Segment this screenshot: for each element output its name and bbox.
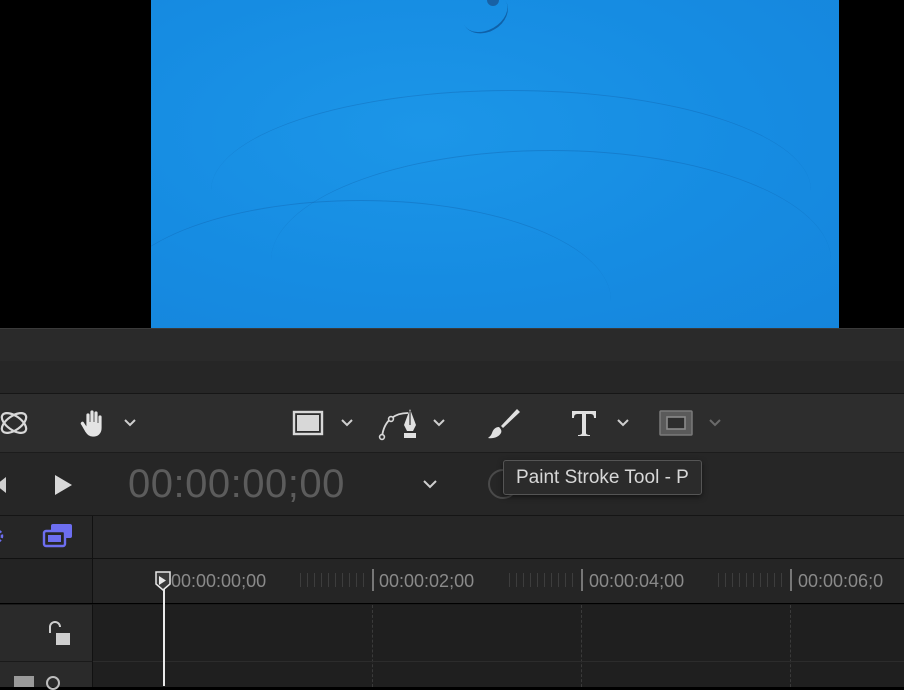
search-icon[interactable] <box>46 676 60 690</box>
orbit-icon <box>0 412 28 434</box>
ruler-minor-tick <box>565 573 566 587</box>
text-T-icon <box>572 411 596 436</box>
ruler-minor-tick <box>760 573 761 587</box>
mask-tool-button[interactable] <box>656 394 696 452</box>
ruler-minor-tick <box>314 573 315 587</box>
timecode-menu[interactable] <box>422 477 438 495</box>
ruler-label: 00:00:06;0 <box>798 571 884 591</box>
pan-tool-menu[interactable] <box>121 394 139 452</box>
ruler-minor-tick <box>558 573 559 587</box>
ruler-minor-tick <box>523 573 524 587</box>
chevron-down-icon <box>423 480 437 489</box>
ruler-major-tick <box>581 569 583 591</box>
pen-icon <box>378 409 416 441</box>
track-gridline <box>372 605 373 687</box>
canvas-image[interactable] <box>151 0 839 328</box>
ruler-minor-tick <box>781 573 782 587</box>
play-icon <box>55 475 72 495</box>
ruler-minor-tick <box>356 573 357 587</box>
go-to-start-button[interactable] <box>0 475 8 500</box>
chevron-down-icon <box>341 419 353 427</box>
chevron-down-icon <box>617 419 629 427</box>
ruler-minor-tick <box>328 573 329 587</box>
paint-stroke-tool-button[interactable] <box>486 394 522 452</box>
play-button[interactable] <box>52 473 74 502</box>
canvas-viewer <box>0 0 904 328</box>
track-gridline <box>790 605 791 687</box>
ruler-minor-tick <box>342 573 343 587</box>
rectangle-icon <box>292 410 324 436</box>
playhead-line[interactable] <box>163 583 165 686</box>
ruler-minor-tick <box>544 573 545 587</box>
ruler-minor-tick <box>530 573 531 587</box>
ruler-minor-tick <box>300 573 301 587</box>
playhead-handle[interactable] <box>155 571 171 591</box>
bezier-tool-button[interactable] <box>378 394 422 452</box>
timeline-tracks[interactable] <box>93 604 904 687</box>
chevron-down-icon <box>709 419 721 427</box>
ruler-minor-tick <box>774 573 775 587</box>
layer-row[interactable] <box>0 604 93 661</box>
mask-icon <box>659 410 693 436</box>
settings-icon[interactable] <box>0 526 6 551</box>
ruler-label: 00:00:02;00 <box>379 571 475 591</box>
bezier-tool-menu[interactable] <box>430 394 448 452</box>
ruler-major-tick <box>372 569 374 591</box>
text-tool-menu[interactable] <box>614 394 632 452</box>
layer-row[interactable] <box>0 661 93 690</box>
ruler-minor-tick <box>509 573 510 587</box>
layers-stack-icon <box>42 524 72 548</box>
ruler-minor-tick <box>718 573 719 587</box>
ruler-minor-tick <box>537 573 538 587</box>
3d-transform-tool-button[interactable] <box>0 394 34 452</box>
mask-tool-menu[interactable] <box>706 394 724 452</box>
text-tool-button[interactable] <box>566 394 602 452</box>
ruler-label: 00:00:00;00 <box>171 571 267 591</box>
skip-back-icon <box>0 477 6 493</box>
ruler-minor-tick <box>363 573 364 587</box>
ruler-minor-tick <box>349 573 350 587</box>
viewer-bottom-bar <box>0 361 904 394</box>
viewer-status-bar <box>0 328 904 362</box>
layers-panel-ruler-spacer <box>0 559 93 603</box>
ruler-minor-tick <box>739 573 740 587</box>
ruler-minor-tick <box>572 573 573 587</box>
track-divider <box>93 661 904 662</box>
playhead-marker-icon <box>155 571 171 591</box>
transport-bar: 00:00:00;00 <box>0 453 904 516</box>
unlock-icon[interactable] <box>44 621 72 652</box>
timeline-header <box>93 516 904 559</box>
shape-tool-menu[interactable] <box>338 394 356 452</box>
timeline-ruler[interactable]: 00:00:00;00 00:00:02;00 00:00:04;00 00:0… <box>93 559 904 603</box>
track-gridline <box>581 605 582 687</box>
ruler-minor-tick <box>732 573 733 587</box>
ruler-minor-tick <box>551 573 552 587</box>
tool-tooltip: Paint Stroke Tool - P <box>503 460 702 495</box>
hand-icon <box>80 409 103 438</box>
shape-tool-button[interactable] <box>290 394 326 452</box>
ruler-minor-tick <box>335 573 336 587</box>
chevron-down-icon <box>124 419 136 427</box>
ruler-minor-tick <box>307 573 308 587</box>
ruler-minor-tick <box>753 573 754 587</box>
layers-panel-header <box>0 516 93 559</box>
timecode-display[interactable]: 00:00:00;00 <box>128 461 345 507</box>
ruler-minor-tick <box>321 573 322 587</box>
ruler-minor-tick <box>516 573 517 587</box>
chevron-down-icon <box>433 419 445 427</box>
tool-bar <box>0 394 904 453</box>
layer-thumbnail-icon <box>14 676 34 687</box>
ruler-minor-tick <box>746 573 747 587</box>
ruler-minor-tick <box>725 573 726 587</box>
canvas-stroke-mark <box>454 0 516 42</box>
ruler-label: 00:00:04;00 <box>589 571 685 591</box>
paintbrush-icon <box>488 409 520 439</box>
show-groups-button[interactable] <box>42 522 74 555</box>
ruler-major-tick <box>790 569 792 591</box>
pan-tool-button[interactable] <box>76 394 108 452</box>
ruler-minor-tick <box>767 573 768 587</box>
